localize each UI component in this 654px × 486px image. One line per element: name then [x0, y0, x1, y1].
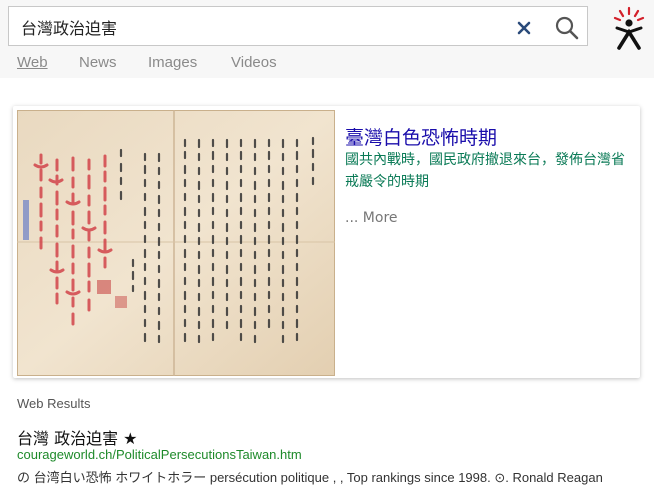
result-snippet: の 台湾白い恐怖 ホワイトホラー persécution politique ,…: [17, 470, 603, 485]
card-description: 國共內戰時，國民政府撤退來台，發佈台灣省戒嚴令的時期: [345, 152, 625, 190]
brand-logo[interactable]: [610, 6, 648, 50]
tab-videos[interactable]: Videos: [231, 54, 277, 71]
tab-news[interactable]: News: [79, 54, 117, 71]
knowledge-card: 臺灣白色恐怖時期 國共內戰時，國民政府撤退來台，發佈台灣省戒嚴令的時期 ... …: [13, 106, 640, 378]
search-input[interactable]: [19, 13, 503, 41]
search-icon[interactable]: [554, 15, 580, 41]
document-image[interactable]: [16, 109, 336, 377]
search-box: [8, 6, 588, 46]
tab-images[interactable]: Images: [148, 54, 197, 71]
result-title-link[interactable]: 台灣 政治迫害 ★: [17, 425, 138, 449]
tab-web[interactable]: Web: [17, 54, 48, 71]
top-bar: Web News Images Videos: [0, 0, 654, 78]
card-title-link[interactable]: 臺灣白色恐怖時期: [345, 123, 497, 150]
more-link[interactable]: ... More: [345, 210, 398, 226]
close-icon[interactable]: [514, 18, 534, 38]
results-section-label: Web Results: [17, 396, 91, 411]
result-url-link[interactable]: courageworld.ch/PoliticalPersecutionsTai…: [17, 447, 302, 462]
